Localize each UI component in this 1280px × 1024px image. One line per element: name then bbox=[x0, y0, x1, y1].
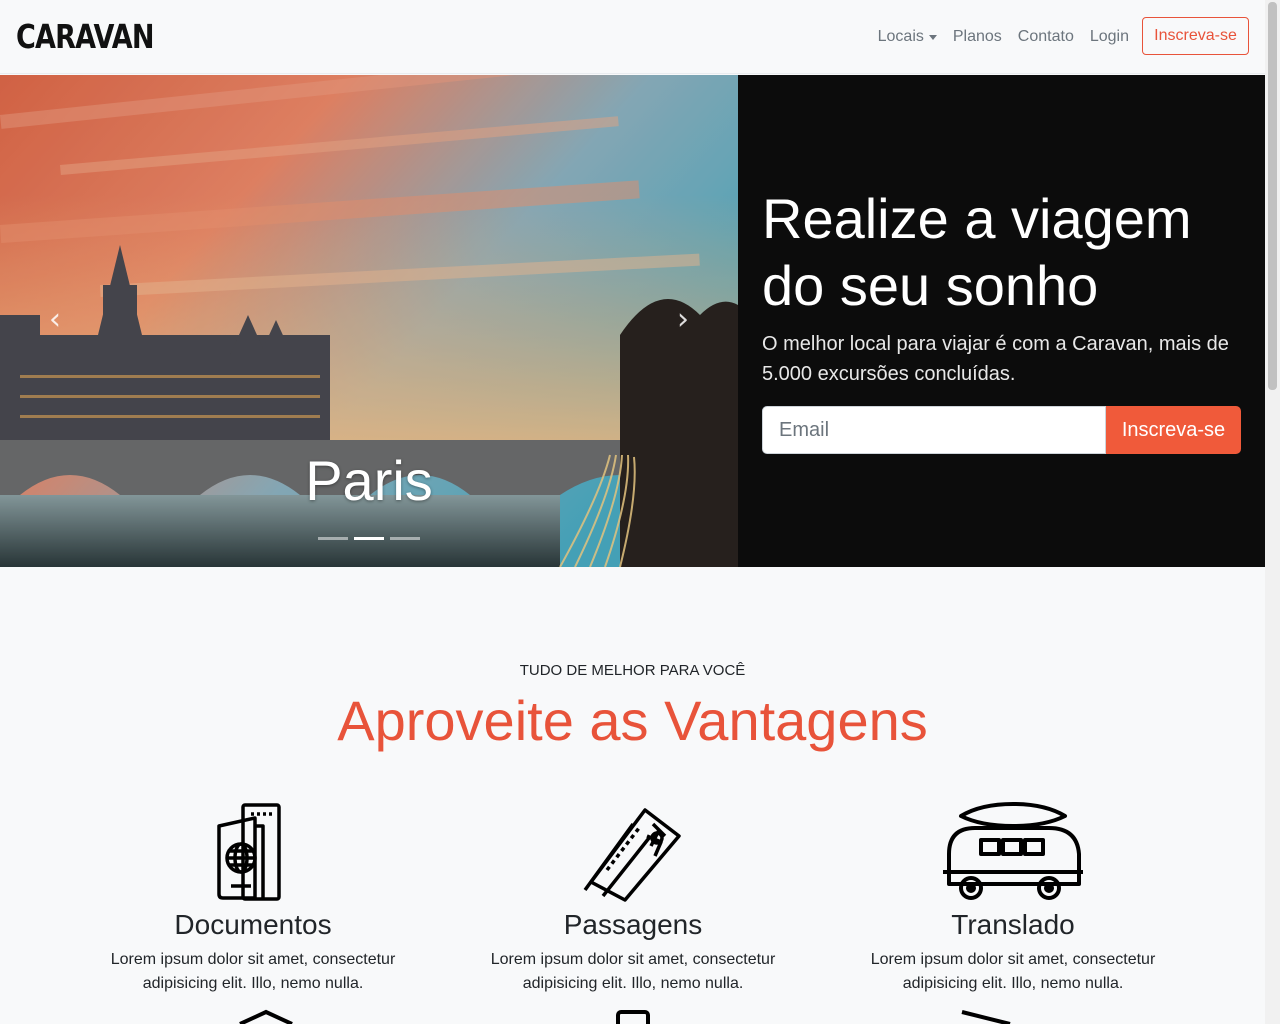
plane-ticket-icon bbox=[583, 808, 681, 902]
page-scrollbar[interactable] bbox=[1265, 0, 1280, 1024]
chevron-left-icon: ‹ bbox=[49, 302, 61, 337]
section-title: Aproveite as Vantagens bbox=[337, 689, 928, 752]
feature-text: Lorem ipsum dolor sit amet, consectetur … bbox=[110, 951, 396, 992]
nav-signup-button[interactable]: Inscreva-se bbox=[1142, 17, 1249, 55]
scrollbar-thumb[interactable] bbox=[1268, 2, 1277, 390]
feature-card: Documentos Lorem ipsum dolor sit amet, c… bbox=[63, 800, 443, 996]
caret-down-icon bbox=[928, 34, 937, 40]
carousel-next-button[interactable]: › bbox=[663, 305, 703, 335]
nav-link-contato[interactable]: Contato bbox=[1010, 28, 1082, 46]
feature-card: Translado Lorem ipsum dolor sit amet, co… bbox=[823, 800, 1203, 996]
brand-logo[interactable]: CARAVAN bbox=[16, 18, 155, 56]
hero-title: Realize a viagem do seu sonho bbox=[762, 187, 1192, 317]
hero-carousel: ‹ › Paris bbox=[0, 75, 738, 567]
carousel-indicator-1[interactable] bbox=[318, 537, 348, 540]
luggage-icon bbox=[616, 1010, 650, 1024]
hero-signup-panel: Realize a viagem do seu sonho O melhor l… bbox=[738, 75, 1265, 567]
feature-title: Translado bbox=[951, 909, 1075, 940]
nav-link-login[interactable]: Login bbox=[1082, 28, 1137, 46]
chevron-right-icon: › bbox=[677, 302, 689, 337]
nav-link-planos[interactable]: Planos bbox=[945, 28, 1010, 46]
feature-title: Documentos bbox=[174, 909, 332, 940]
feature-text: Lorem ipsum dolor sit amet, consectetur … bbox=[870, 951, 1156, 992]
carousel-caption: Paris bbox=[305, 449, 433, 512]
umbrella-icon bbox=[239, 1009, 293, 1024]
feature-title: Passagens bbox=[563, 909, 703, 940]
nav-links: Locais Planos Contato Login bbox=[870, 0, 1137, 74]
compass-icon bbox=[961, 1010, 1011, 1024]
feature-card: Passagens Lorem ipsum dolor sit amet, co… bbox=[443, 800, 823, 996]
nav-link-label: Locais bbox=[877, 28, 924, 45]
feature-text: Lorem ipsum dolor sit amet, consectetur … bbox=[490, 951, 776, 992]
passport-icon bbox=[217, 803, 281, 901]
carousel-indicators bbox=[318, 537, 420, 540]
van-icon bbox=[943, 802, 1083, 900]
hero-text: O melhor local para viajar é com a Carav… bbox=[762, 333, 1229, 385]
navbar: CARAVAN Locais Planos Contato Login Insc… bbox=[0, 0, 1265, 74]
hero-signup-button[interactable]: Inscreva-se bbox=[1106, 406, 1241, 454]
signup-form: Inscreva-se bbox=[762, 406, 1241, 454]
nav-link-locais[interactable]: Locais bbox=[870, 28, 945, 46]
carousel-indicator-3[interactable] bbox=[390, 537, 420, 540]
next-row-icons bbox=[239, 1009, 1011, 1024]
section-eyebrow: TUDO DE MELHOR PARA VOCÊ bbox=[519, 662, 746, 679]
carousel-prev-button[interactable]: ‹ bbox=[35, 305, 75, 335]
email-input[interactable] bbox=[762, 406, 1106, 454]
carousel-indicator-2[interactable] bbox=[354, 537, 384, 540]
